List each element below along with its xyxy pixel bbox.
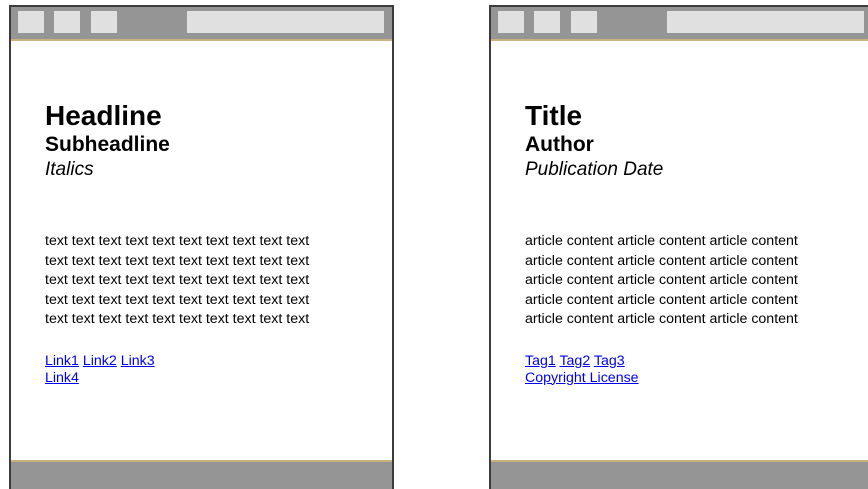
- body-line: text text text text text text text text …: [45, 311, 310, 327]
- right-window-button-1[interactable]: [498, 11, 524, 33]
- link-3[interactable]: Link3: [121, 353, 155, 369]
- link-list: Link1 Link2 Link3 Link4: [45, 353, 382, 387]
- tag-link-3[interactable]: Tag3: [594, 353, 625, 369]
- publication-date: Publication Date: [525, 159, 664, 180]
- link-4[interactable]: Link4: [45, 370, 79, 386]
- link-1[interactable]: Link1: [45, 353, 79, 369]
- article-content: article content article content article …: [525, 232, 845, 330]
- left-browser-window: Headline Subheadline Italics text text t…: [9, 5, 394, 489]
- article-line: article content article content article …: [525, 311, 798, 327]
- article-line: article content article content article …: [525, 291, 798, 308]
- left-window-footer: [11, 460, 392, 489]
- tag-list: Tag1 Tag2 Tag3 Copyright License: [525, 353, 862, 387]
- headline: Headline: [45, 100, 162, 131]
- right-browser-window: Title Author Publication Date article co…: [489, 5, 868, 489]
- article-line: article content article content article …: [525, 233, 798, 249]
- italic-text: Italics: [45, 159, 94, 180]
- left-window-button-2[interactable]: [54, 11, 80, 33]
- left-window-address-bar[interactable]: [187, 11, 384, 33]
- left-window-content: Headline Subheadline Italics text text t…: [45, 100, 382, 387]
- left-window-button-3[interactable]: [91, 11, 117, 33]
- subheadline: Subheadline: [45, 133, 170, 156]
- right-window-button-2[interactable]: [534, 11, 560, 33]
- article-title: Title: [525, 100, 583, 131]
- right-window-titlebar: [491, 7, 868, 41]
- right-window-content: Title Author Publication Date article co…: [525, 100, 862, 387]
- article-line: article content article content article …: [525, 252, 798, 269]
- body-line: text text text text text text text text …: [45, 252, 310, 269]
- body-text: text text text text text text text text …: [45, 232, 365, 330]
- tag-link-1[interactable]: Tag1: [525, 353, 556, 369]
- article-line: article content article content article …: [525, 272, 798, 288]
- body-line: text text text text text text text text …: [45, 291, 310, 308]
- right-window-button-3[interactable]: [571, 11, 597, 33]
- right-window-address-bar[interactable]: [667, 11, 864, 33]
- left-window-button-1[interactable]: [18, 11, 44, 33]
- body-line: text text text text text text text text …: [45, 272, 310, 288]
- article-author: Author: [525, 133, 594, 156]
- link-2[interactable]: Link2: [83, 353, 117, 369]
- tag-link-2[interactable]: Tag2: [559, 353, 590, 369]
- left-window-titlebar: [11, 7, 392, 41]
- license-link[interactable]: Copyright License: [525, 370, 639, 386]
- body-line: text text text text text text text text …: [45, 233, 310, 249]
- right-window-footer: [491, 460, 868, 489]
